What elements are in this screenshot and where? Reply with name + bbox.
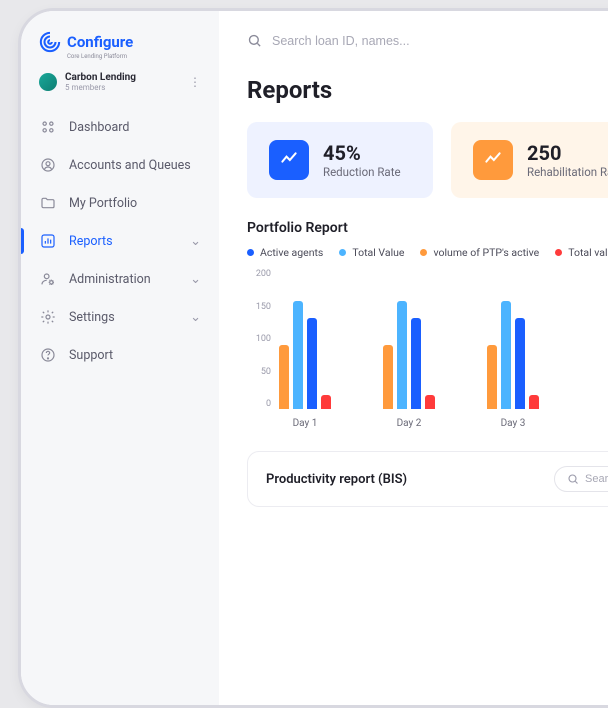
y-tick: 50 bbox=[247, 367, 271, 377]
sidebar-item-reports[interactable]: Reports ⌄ bbox=[21, 222, 219, 260]
sidebar-item-label: Settings bbox=[69, 310, 115, 325]
x-tick: Day 2 bbox=[383, 418, 435, 429]
org-avatar bbox=[39, 73, 57, 91]
bar bbox=[321, 395, 331, 409]
legend-dot-icon bbox=[420, 249, 427, 256]
trend-icon bbox=[269, 140, 309, 180]
productivity-panel: Productivity report (BIS) bbox=[247, 451, 608, 507]
brand-tagline: Core Lending Platform bbox=[21, 53, 219, 60]
dots-icon: ⋮ bbox=[189, 77, 201, 87]
portfolio-report-title: Portfolio Report bbox=[247, 220, 608, 246]
logo-swirl-icon bbox=[39, 31, 61, 53]
bar bbox=[411, 318, 421, 409]
chevron-down-icon: ⌄ bbox=[190, 310, 201, 325]
trend-icon bbox=[473, 140, 513, 180]
legend-dot-icon bbox=[555, 249, 562, 256]
legend-item[interactable]: Total Value bbox=[339, 246, 404, 259]
sidebar-item-accounts[interactable]: Accounts and Queues bbox=[21, 146, 219, 184]
x-tick: Day 3 bbox=[487, 418, 539, 429]
legend-dot-icon bbox=[339, 249, 346, 256]
legend-item[interactable]: volume of PTP's active bbox=[420, 246, 539, 259]
legend-label: Total Value bbox=[352, 246, 404, 259]
legend-label: Total value bbox=[568, 246, 608, 259]
sidebar-item-label: My Portfolio bbox=[69, 196, 137, 211]
legend-item[interactable]: Active agents bbox=[247, 246, 323, 259]
chart-legend: Active agents Total Value volume of PTP's … bbox=[247, 246, 608, 269]
brand-name: Configure bbox=[67, 33, 133, 51]
sidebar-nav: Dashboard Accounts and Queues My Portfolio… bbox=[21, 102, 219, 374]
org-members: 5 members bbox=[65, 83, 136, 92]
kpi-reduction[interactable]: 45%Reduction Rate bbox=[247, 122, 433, 198]
bar bbox=[529, 395, 539, 409]
user-circle-icon bbox=[39, 156, 57, 174]
chart-icon bbox=[39, 232, 57, 250]
bar bbox=[307, 318, 317, 409]
chart-y-axis: 200 150 100 50 0 bbox=[247, 269, 271, 409]
bar-group bbox=[279, 301, 331, 410]
main-content: Reports 45%Reduction Rate250Rehabilitati… bbox=[219, 11, 608, 705]
bar bbox=[383, 345, 393, 409]
kpi-row: 45%Reduction Rate250Rehabilitation Rate bbox=[247, 122, 608, 220]
kpi-value: 250 bbox=[527, 141, 608, 165]
bar-group bbox=[487, 301, 539, 410]
search-input[interactable] bbox=[272, 34, 472, 48]
x-tick: Day 1 bbox=[279, 418, 331, 429]
kpi-rehab[interactable]: 250Rehabilitation Rate bbox=[451, 122, 608, 198]
y-tick: 100 bbox=[247, 334, 271, 344]
sidebar-item-settings[interactable]: Settings ⌄ bbox=[21, 298, 219, 336]
y-tick: 150 bbox=[247, 302, 271, 312]
sidebar-item-label: Support bbox=[69, 348, 113, 363]
y-tick: 200 bbox=[247, 269, 271, 279]
bar bbox=[487, 345, 497, 409]
portfolio-chart: 200 150 100 50 0 Day 1 Day 2 Day 3 bbox=[247, 269, 608, 429]
sidebar-item-admin[interactable]: Administration ⌄ bbox=[21, 260, 219, 298]
y-tick: 0 bbox=[247, 399, 271, 409]
sidebar-item-label: Accounts and Queues bbox=[69, 158, 191, 173]
sidebar-item-label: Reports bbox=[69, 234, 113, 249]
search-icon bbox=[247, 33, 262, 48]
app-layout: Configure Core Lending Platform Carbon L… bbox=[21, 11, 608, 705]
kpi-label: Rehabilitation Rate bbox=[527, 165, 608, 179]
legend-label: Active agents bbox=[260, 246, 323, 259]
app-frame: Configure Core Lending Platform Carbon L… bbox=[18, 8, 608, 708]
chart-plot bbox=[279, 269, 608, 409]
chevron-down-icon: ⌄ bbox=[190, 234, 201, 249]
legend-label: volume of PTP's active bbox=[433, 246, 539, 259]
kpi-value: 45% bbox=[323, 141, 401, 165]
bar bbox=[425, 395, 435, 409]
productivity-title: Productivity report (BIS) bbox=[266, 472, 407, 487]
org-selector[interactable]: Carbon Lending 5 members ⋮ bbox=[21, 60, 219, 102]
page-title: Reports bbox=[247, 76, 608, 122]
gear-icon bbox=[39, 308, 57, 326]
user-cog-icon bbox=[39, 270, 57, 288]
help-icon bbox=[39, 346, 57, 364]
chevron-down-icon: ⌄ bbox=[190, 272, 201, 287]
productivity-search[interactable] bbox=[554, 466, 608, 492]
sidebar: Configure Core Lending Platform Carbon L… bbox=[21, 11, 219, 705]
sidebar-item-dashboard[interactable]: Dashboard bbox=[21, 108, 219, 146]
bar bbox=[515, 318, 525, 409]
bar bbox=[279, 345, 289, 409]
grid-icon bbox=[39, 118, 57, 136]
sidebar-item-label: Administration bbox=[69, 272, 151, 287]
global-search[interactable] bbox=[247, 33, 608, 76]
sidebar-item-support[interactable]: Support bbox=[21, 336, 219, 374]
sidebar-item-portfolio[interactable]: My Portfolio bbox=[21, 184, 219, 222]
kpi-label: Reduction Rate bbox=[323, 165, 401, 179]
folder-icon bbox=[39, 194, 57, 212]
org-name: Carbon Lending bbox=[65, 72, 136, 83]
bar bbox=[293, 301, 303, 410]
productivity-search-input[interactable] bbox=[585, 473, 608, 485]
legend-dot-icon bbox=[247, 249, 254, 256]
search-icon bbox=[567, 473, 579, 485]
legend-item[interactable]: Total value bbox=[555, 246, 608, 259]
bar bbox=[501, 301, 511, 410]
sidebar-item-label: Dashboard bbox=[69, 120, 129, 135]
bar bbox=[397, 301, 407, 410]
chart-x-labels: Day 1 Day 2 Day 3 bbox=[279, 418, 608, 429]
bar-group bbox=[383, 301, 435, 410]
